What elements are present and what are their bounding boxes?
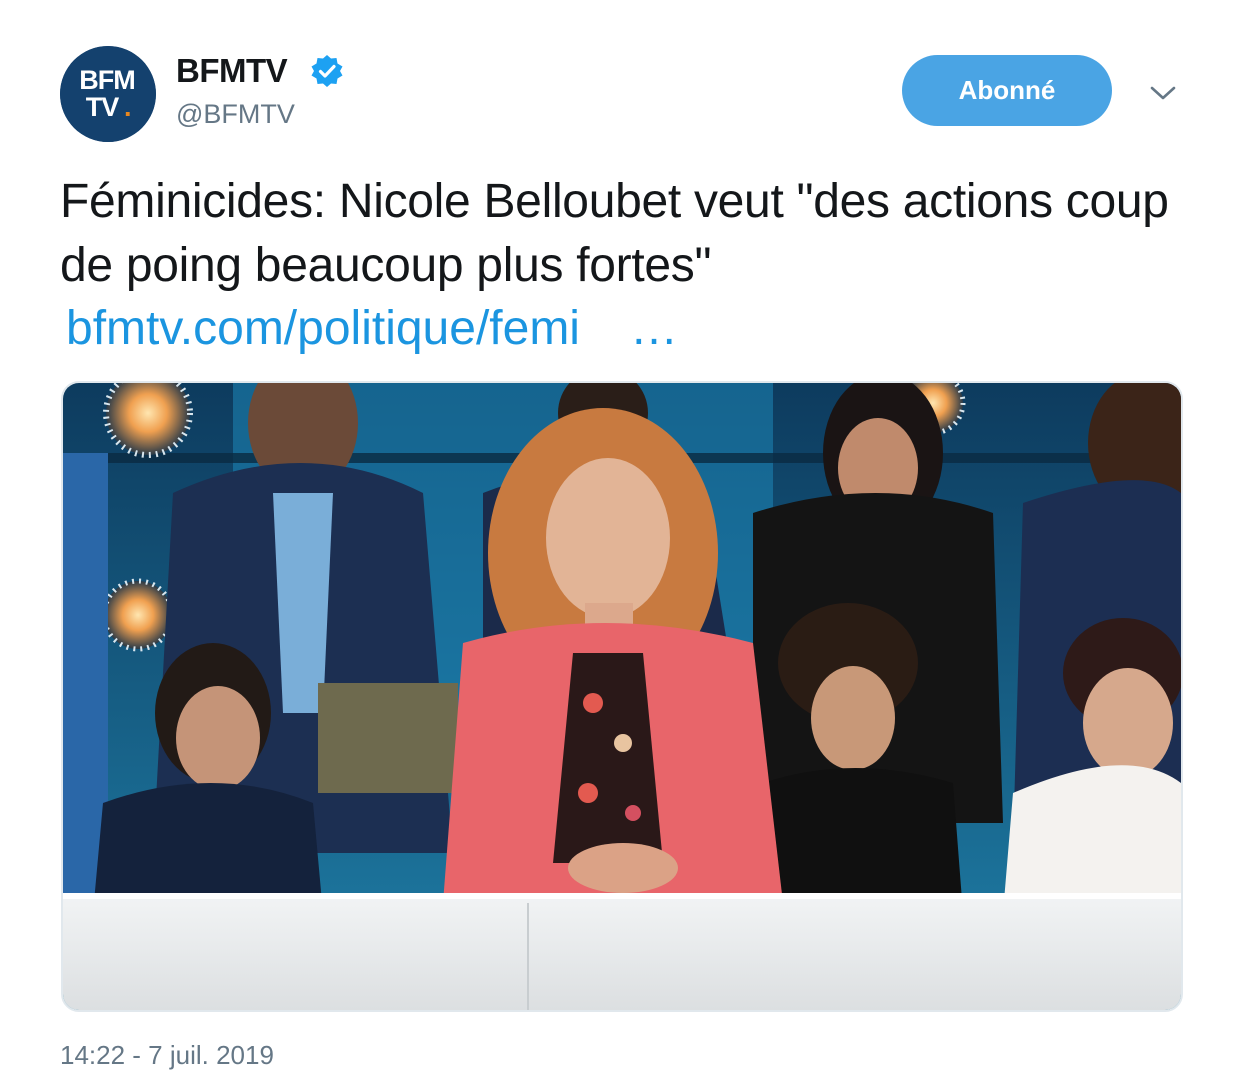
tweet-timestamp[interactable]: 14:22 - 7 juil. 2019: [60, 1040, 274, 1071]
tweet-link[interactable]: bfmtv.com/politique/femi …: [66, 297, 678, 361]
avatar-logo-dot: .: [124, 92, 132, 122]
tweet-text: Féminicides: Nicole Belloubet veut "des …: [60, 175, 1169, 292]
tv-studio-photo: [63, 383, 1181, 1010]
chevron-down-icon[interactable]: [1148, 82, 1178, 104]
tweet-link-ellipsis: …: [629, 302, 678, 355]
avatar-logo-line2: TV: [86, 92, 119, 122]
display-name[interactable]: BFMTV: [176, 52, 288, 90]
bfmtv-logo: BFM TV .: [60, 46, 156, 142]
account-handle[interactable]: @BFMTV: [176, 99, 295, 130]
avatar-logo-line1: BFM: [79, 65, 134, 95]
avatar[interactable]: BFM TV .: [60, 46, 156, 142]
verified-badge-icon: [311, 55, 343, 87]
following-button[interactable]: Abonné: [902, 55, 1112, 126]
tweet-media-photo[interactable]: [61, 381, 1183, 1012]
tweet-link-url[interactable]: bfmtv.com/politique/femi: [66, 302, 580, 355]
